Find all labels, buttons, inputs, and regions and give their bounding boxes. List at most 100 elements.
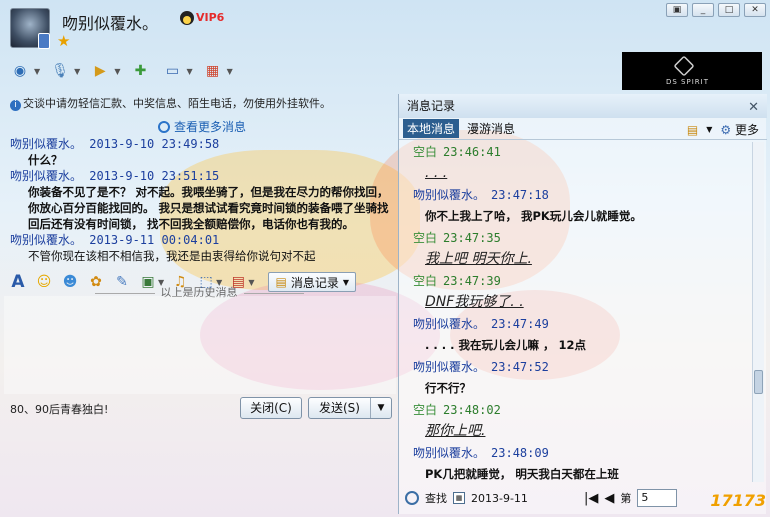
chevron-down-icon[interactable]: ▼ xyxy=(34,67,40,76)
record-header: 吻别似覆水。 23:47:18 xyxy=(413,188,549,202)
minimize-button[interactable]: _ xyxy=(692,3,714,17)
chat-header: 吻别似覆水。 VIP6 ★ ▣ _ □ ✕ ◉ ▼ 🎙 ▼ ▶ ▼ ✚ ▭ ▼ ▦ ▼ D… xyxy=(0,0,770,92)
chevron-down-icon[interactable]: ▼ xyxy=(216,278,222,287)
emoji-icon[interactable]: ☺ xyxy=(34,272,54,292)
chevron-down-icon[interactable]: ▼ xyxy=(371,398,391,418)
record-item: 吻别似覆水。 23:48:09 PK几把就睡觉， 明天我白天都在上班 xyxy=(413,443,753,482)
image-icon[interactable]: ▣ xyxy=(138,272,158,292)
record-item: 空白 23:46:41 . . . xyxy=(413,142,753,183)
info-icon: i xyxy=(10,100,21,111)
record-header: 空白 23:46:41 xyxy=(413,145,501,159)
page-label: 第 xyxy=(620,492,632,505)
ds-logo-icon xyxy=(673,55,695,77)
record-scrollbar[interactable] xyxy=(752,142,764,482)
chevron-down-icon[interactable]: ▼ xyxy=(158,278,164,287)
send-button-label[interactable]: 发送(S) xyxy=(309,398,371,418)
first-page-icon[interactable]: |◀ xyxy=(584,491,598,506)
chevron-down-icon[interactable]: ▼ xyxy=(706,125,712,134)
calendar-icon[interactable]: ▦ xyxy=(453,492,465,504)
doodle-icon[interactable]: ✎ xyxy=(112,272,132,292)
maximize-button[interactable]: □ xyxy=(718,3,740,17)
message-record-button[interactable]: ▤ 消息记录 ▼ xyxy=(268,272,356,292)
record-item: 吻别似覆水。 23:47:49 . . . . 我在玩儿会儿嘛 ， 12点 xyxy=(413,314,753,355)
record-body: DNF我玩够了. . xyxy=(425,294,524,310)
record-icon: ▤ xyxy=(275,275,287,289)
search-icon[interactable] xyxy=(405,491,419,505)
record-header: 吻别似覆水。 23:48:09 xyxy=(413,446,549,460)
chevron-down-icon[interactable]: ▼ xyxy=(248,278,254,287)
contact-nickname: 吻别似覆水。 xyxy=(62,14,159,33)
window-controls: ▣ _ □ ✕ xyxy=(666,3,766,17)
record-body: 那你上吧. xyxy=(425,423,486,439)
record-item: 吻别似覆水。 23:47:52 行不行？ xyxy=(413,357,753,398)
tab-local-messages[interactable]: 本地消息 xyxy=(403,119,460,138)
message-body: 你装备不见了是不？ 对不起。我喂坐骑了，但是我在尽力的帮你找回， 你放心百分百能… xyxy=(28,185,389,231)
remote-desktop-icon[interactable]: ▭ xyxy=(160,60,184,82)
clock-icon xyxy=(158,121,170,133)
chevron-down-icon[interactable]: ▼ xyxy=(186,67,192,76)
close-window-button[interactable]: ✕ xyxy=(744,3,766,17)
voice-call-icon[interactable]: 🎙 xyxy=(48,60,72,82)
message-header: 吻别似覆水。 2013-9-10 23:49:58 xyxy=(10,137,220,151)
chevron-down-icon: ▼ xyxy=(342,277,349,287)
signature-text: 80、90后青春独白! xyxy=(10,403,109,416)
date-value[interactable]: 2013-9-11 xyxy=(471,492,528,505)
record-body: . . . . 我在玩儿会儿嘛 ， 12点 xyxy=(425,338,586,352)
gift-icon[interactable]: ▤ xyxy=(228,272,248,292)
send-button[interactable]: 发送(S) ▼ xyxy=(308,397,392,419)
message-header: 吻别似覆水。 2013-9-11 00:04:01 xyxy=(10,233,220,247)
qq-penguin-icon xyxy=(180,11,194,25)
video-call-icon[interactable]: ◉ xyxy=(8,60,32,82)
message-input[interactable] xyxy=(4,296,396,394)
record-body: 你不上我上了哈， 我PK玩儿会儿就睡觉。 xyxy=(425,209,642,223)
record-body: 行不行？ xyxy=(425,381,471,395)
search-label[interactable]: 查找 xyxy=(425,490,447,506)
shake-icon[interactable]: ✿ xyxy=(86,272,106,292)
magic-emoji-icon[interactable]: ☻ xyxy=(60,272,80,292)
message-body: 什么？ xyxy=(28,153,63,167)
page-input[interactable]: 5 xyxy=(637,489,678,507)
scroll-thumb[interactable] xyxy=(754,370,763,394)
close-icon[interactable]: ✕ xyxy=(748,96,759,120)
more-icon: ⚙ xyxy=(720,123,732,137)
17173-logo: 17173 xyxy=(710,491,766,510)
chevron-down-icon[interactable]: ▼ xyxy=(227,67,233,76)
record-body: . . . xyxy=(425,165,448,181)
vip-badge[interactable]: VIP6 xyxy=(180,11,224,25)
message-header: 吻别似覆水。 2013-9-10 23:51:15 xyxy=(10,169,220,183)
input-toolbar: A ☺ ☻ ✿ ✎ ▣ ▼ ♫ ⬚ ▼ ▤ ▼ ▤ 消息记录 ▼ xyxy=(4,270,396,294)
close-button[interactable]: 关闭(C) xyxy=(240,397,302,419)
record-header: 吻别似覆水。 23:47:52 xyxy=(413,360,549,374)
record-body: 我上吧 明天你上. xyxy=(425,251,532,267)
pager: |◀ ◀ 第 5 xyxy=(584,489,678,507)
panel-title: 消息记录 ✕ xyxy=(399,94,767,118)
create-group-icon[interactable]: ✚ xyxy=(128,60,152,82)
security-notice: i 交谈中请勿轻信汇款、中奖信息、陌生电话，勿使用外挂软件。 xyxy=(10,95,331,111)
message-record-panel: 消息记录 ✕ 本地消息 漫游消息 ▤ ▼ ⚙ 更多 空白 23:46:41 . . … xyxy=(398,94,767,514)
prev-page-icon[interactable]: ◀ xyxy=(604,491,614,506)
chevron-down-icon[interactable]: ▼ xyxy=(114,67,120,76)
record-header: 空白 23:47:35 xyxy=(413,231,501,245)
more-button[interactable]: ⚙ 更多 xyxy=(720,121,759,138)
export-icon[interactable]: ▤ xyxy=(687,123,698,137)
view-more-messages-link[interactable]: 查看更多消息 xyxy=(158,118,246,135)
font-icon[interactable]: A xyxy=(8,272,28,292)
apps-icon[interactable]: ▦ xyxy=(201,60,225,82)
star-icon[interactable]: ★ xyxy=(57,32,70,50)
message-history: 吻别似覆水。 2013-9-10 23:49:58 什么？ 吻别似覆水。 201… xyxy=(10,136,390,264)
send-file-icon[interactable]: ▶ xyxy=(88,60,112,82)
screenshot-icon[interactable]: ⬚ xyxy=(196,272,216,292)
chevron-down-icon[interactable]: ▼ xyxy=(74,67,80,76)
ad-banner[interactable]: DS SPIRIT xyxy=(622,52,762,90)
record-header: 空白 23:47:39 xyxy=(413,274,501,288)
record-tabs: 本地消息 漫游消息 ▤ ▼ ⚙ 更多 xyxy=(399,118,767,140)
record-body: PK几把就睡觉， 明天我白天都在上班 xyxy=(425,467,619,481)
mobile-icon xyxy=(38,33,50,49)
tab-roaming-messages[interactable]: 漫游消息 xyxy=(463,119,519,138)
music-icon[interactable]: ♫ xyxy=(170,272,190,292)
record-item: 空白 23:47:39 DNF我玩够了. . xyxy=(413,271,753,312)
record-header: 空白 23:48:02 xyxy=(413,403,501,417)
record-header: 吻别似覆水。 23:47:49 xyxy=(413,317,549,331)
record-item: 吻别似覆水。 23:47:18 你不上我上了哈， 我PK玩儿会儿就睡觉。 xyxy=(413,185,753,226)
skin-button[interactable]: ▣ xyxy=(666,3,688,17)
